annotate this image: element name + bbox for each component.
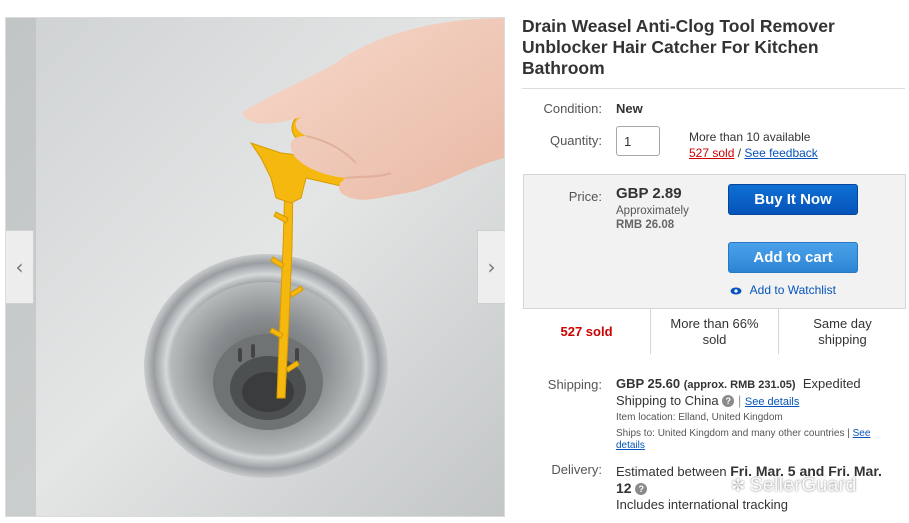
- product-title: Drain Weasel Anti-Clog Tool Remover Unbl…: [522, 16, 835, 78]
- approx-price: Approximately RMB 26.08: [616, 204, 689, 232]
- condition-label: Condition:: [543, 101, 602, 116]
- availability-text: More than 10 available: [689, 130, 811, 144]
- shipping-approx: (approx. RMB 231.05): [683, 379, 796, 391]
- sales-stats-row: 527 sold More than 66% sold Same day shi…: [523, 308, 906, 354]
- buy-it-now-button[interactable]: Buy It Now: [728, 184, 858, 215]
- stat-sold: 527 sold: [523, 309, 651, 354]
- watermark-text: SellerGuard: [749, 475, 857, 496]
- add-to-watchlist-link[interactable]: Add to Watchlist: [730, 283, 836, 297]
- shipping-info: GBP 25.60 (approx. RMB 231.05) Expedited…: [616, 376, 861, 408]
- help-icon[interactable]: ?: [722, 395, 735, 407]
- stat-percent-sold: More than 66% sold: [651, 309, 779, 354]
- wechat-icon: ✼: [731, 476, 746, 495]
- link-separator: /: [737, 146, 742, 160]
- image-next-button[interactable]: ›: [477, 230, 505, 304]
- add-to-cart-button[interactable]: Add to cart: [728, 242, 858, 273]
- delivery-estimated: Estimated between: [616, 464, 727, 479]
- stat-percent-text: More than 66% sold: [670, 315, 759, 347]
- price-value: GBP 2.89: [616, 185, 682, 202]
- sold-count-link[interactable]: 527 sold: [689, 146, 734, 160]
- shipping-destination: Shipping to China: [616, 393, 719, 408]
- quantity-label: Quantity:: [549, 133, 602, 148]
- shipping-label: Shipping:: [547, 377, 602, 392]
- shipping-price: GBP 25.60: [616, 376, 681, 391]
- price-label: Price:: [568, 189, 602, 204]
- delivery-tracking: Includes international tracking: [616, 497, 788, 512]
- product-photo: [6, 18, 504, 516]
- ships-to-text: Ships to: United Kingdom and many other …: [616, 428, 850, 439]
- see-feedback-link[interactable]: See feedback: [744, 146, 817, 160]
- watchlist-label: Add to Watchlist: [749, 283, 836, 297]
- image-prev-button[interactable]: ‹: [6, 230, 34, 304]
- chevron-right-icon: ›: [487, 255, 496, 279]
- watermark: ✼ SellerGuard: [731, 475, 857, 497]
- stat-same-day: Same day shipping: [779, 309, 906, 354]
- quantity-input[interactable]: [616, 126, 660, 156]
- eye-icon: [730, 287, 742, 295]
- item-location: Item location: Elland, United Kingdom: [616, 412, 783, 423]
- shipping-method: Expedited: [802, 376, 861, 391]
- stat-same-day-text: Same day shipping: [813, 315, 872, 347]
- approx-value: RMB 26.08: [616, 219, 675, 231]
- ships-to-block: Ships to: United Kingdom and many other …: [616, 428, 901, 452]
- chevron-left-icon: ‹: [15, 255, 24, 279]
- stat-sold-text: 527 sold: [560, 323, 613, 339]
- availability-block: More than 10 available 527 sold / See fe…: [689, 129, 818, 161]
- product-image-panel[interactable]: [5, 17, 505, 517]
- approx-label: Approximately: [616, 205, 689, 217]
- condition-value: New: [616, 101, 643, 116]
- delivery-help-icon[interactable]: ?: [635, 483, 648, 495]
- title-divider: [522, 88, 905, 89]
- see-details-link[interactable]: See details: [745, 396, 799, 408]
- delivery-label: Delivery:: [551, 462, 602, 477]
